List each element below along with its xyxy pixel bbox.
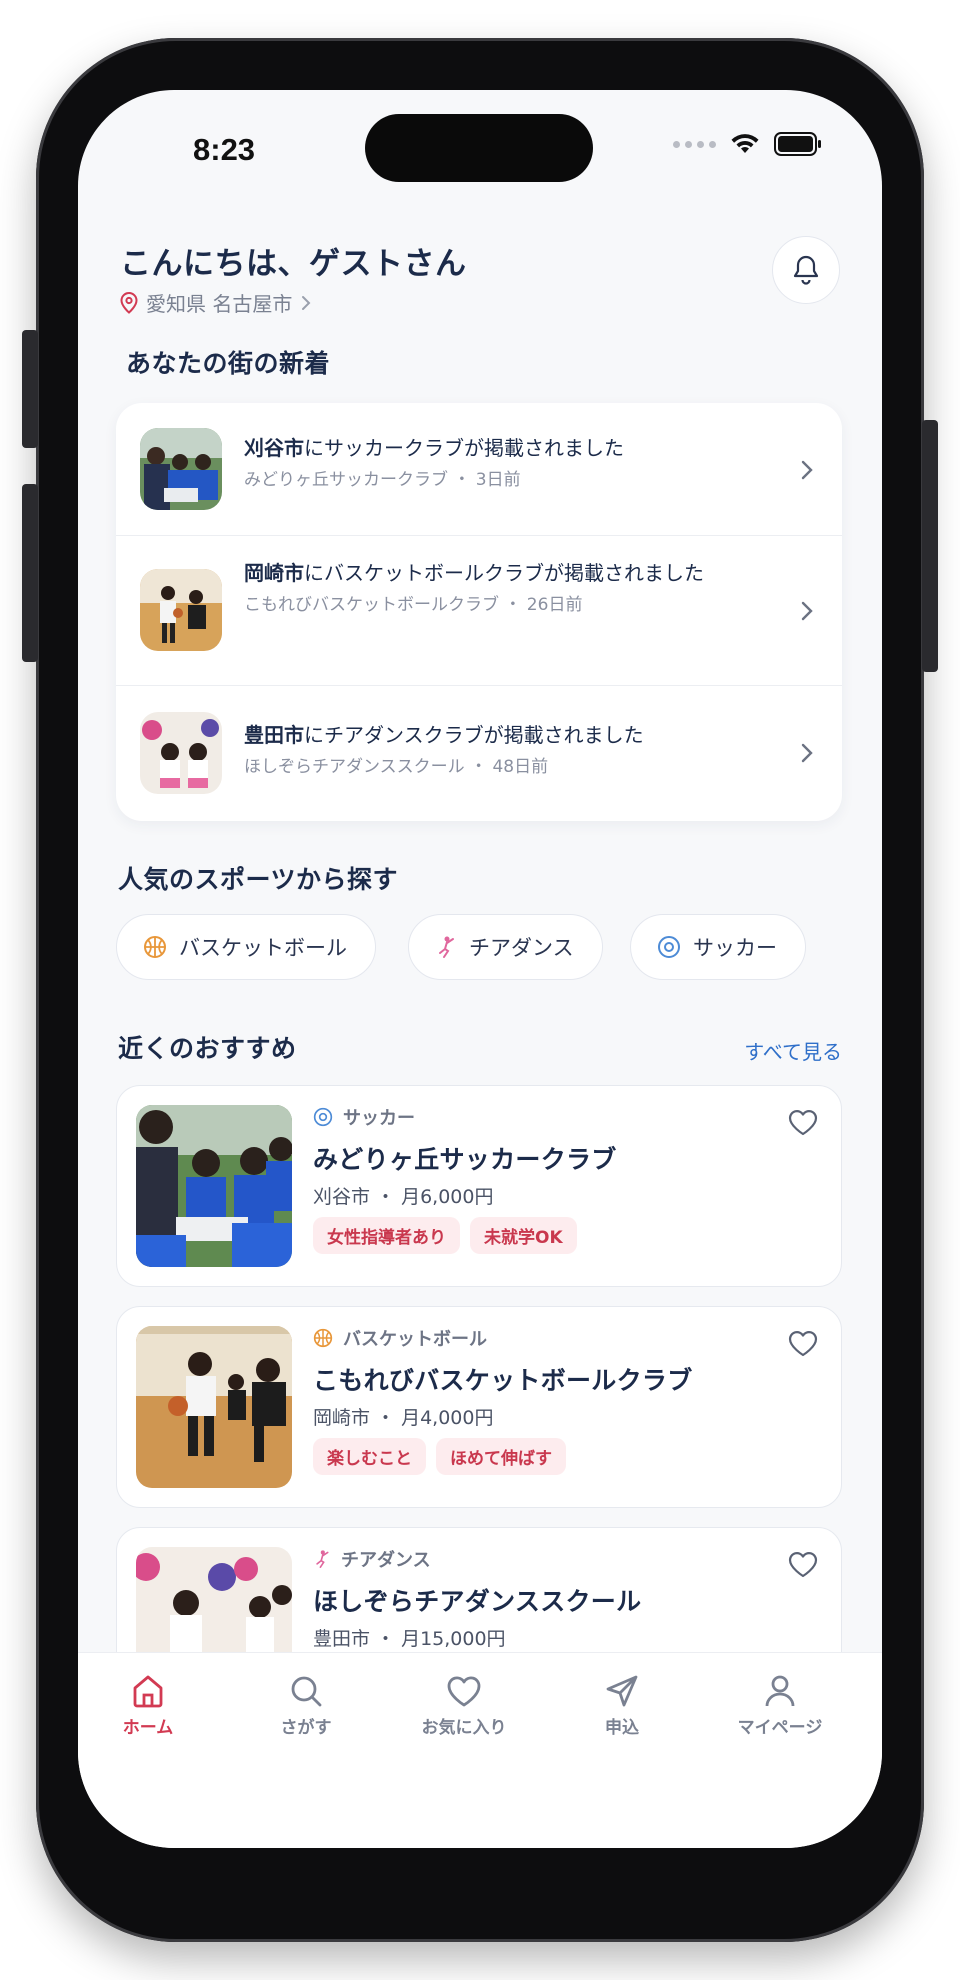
wifi-icon [731, 134, 759, 153]
club-name: ほしぞらチアダンススクール [313, 1587, 642, 1616]
cheer-icon [316, 1550, 329, 1568]
club-card[interactable]: サッカー みどりヶ丘サッカークラブ 刈谷市 ・ 月6,000円 女性指導者あり … [116, 1085, 842, 1287]
club-meta: 豊田市 ・ 月15,000円 [313, 1628, 506, 1650]
tab-bar: ホーム さがす お気に入り 申込 マイページ [78, 1652, 882, 1848]
club-photo [136, 1105, 292, 1267]
basketball-icon [313, 1328, 333, 1348]
tab-mypage[interactable]: マイページ [710, 1673, 850, 1738]
club-info: サッカー みどりヶ丘サッカークラブ 刈谷市 ・ 月6,000円 女性指導者あり … [313, 1104, 783, 1254]
club-tags: 女性指導者あり 未就学OK [313, 1217, 783, 1254]
news-section-title: あなたの街の新着 [126, 349, 331, 378]
user-icon [765, 1675, 795, 1707]
notification-button[interactable] [772, 236, 840, 304]
favorite-heart-icon[interactable] [787, 1550, 819, 1578]
basketball-icon [144, 936, 166, 958]
club-sport: バスケットボール [313, 1325, 783, 1351]
status-time: 8:23 [193, 132, 256, 167]
favorite-heart-icon[interactable] [787, 1108, 819, 1136]
app-screen: 8:23 こんにちは、ゲストさん 愛知県 名古屋市 あなたの街の新着 刈谷市にサ… [78, 90, 882, 1848]
news-thumbnail [140, 569, 222, 651]
club-card[interactable]: バスケットボール こもれびバスケットボールクラブ 岡崎市 ・ 月4,000円 楽… [116, 1306, 842, 1508]
news-thumbnail [140, 428, 222, 510]
club-meta: 岡崎市 ・ 月4,000円 [313, 1407, 494, 1429]
status-icons [673, 132, 822, 156]
see-all-link[interactable]: すべて見る [744, 1036, 842, 1065]
tab-favorites[interactable]: お気に入り [394, 1673, 534, 1738]
news-subtitle: ほしぞらチアダンススクール ・ 48日前 [244, 757, 549, 777]
battery-icon [774, 132, 821, 156]
news-title: 刈谷市にサッカークラブが掲載されました [244, 436, 624, 460]
news-item[interactable]: 岡崎市にバスケットボールクラブが掲載されました こもれびバスケットボールクラブ … [116, 536, 842, 686]
club-sport: チアダンス [313, 1546, 783, 1572]
tab-label: お気に入り [421, 1718, 507, 1738]
cheer-icon [439, 936, 454, 958]
chevron-right-icon [801, 743, 813, 763]
club-sport: サッカー [313, 1104, 783, 1130]
location-label: 愛知県 名古屋市 [146, 292, 293, 316]
soccer-icon [658, 936, 680, 958]
tab-label: ホーム [122, 1718, 174, 1738]
home-icon [133, 1675, 163, 1708]
news-title: 岡崎市にバスケットボールクラブが掲載されました [244, 561, 704, 585]
club-sport-label: サッカー [343, 1108, 415, 1129]
tab-search[interactable]: さがす [236, 1673, 376, 1738]
sport-chip-cheer[interactable]: チアダンス [408, 914, 603, 980]
tab-home[interactable]: ホーム [78, 1673, 218, 1738]
club-info: バスケットボール こもれびバスケットボールクラブ 岡崎市 ・ 月4,000円 楽… [313, 1325, 783, 1475]
chevron-right-icon [302, 295, 311, 310]
club-tag: 未就学OK [470, 1217, 577, 1254]
club-photo [136, 1326, 292, 1488]
club-tag: 楽しむこと [313, 1438, 426, 1475]
chevron-right-icon [801, 460, 813, 480]
dynamic-island [365, 114, 593, 182]
device-mockup: 8:23 こんにちは、ゲストさん 愛知県 名古屋市 あなたの街の新着 刈谷市にサ… [0, 0, 960, 1980]
tab-applications[interactable]: 申込 [552, 1673, 692, 1738]
news-card: 刈谷市にサッカークラブが掲載されました みどりヶ丘サッカークラブ ・ 3日前 岡… [116, 403, 842, 821]
club-tags: 楽しむこと ほめて伸ばす [313, 1438, 783, 1475]
club-meta: 刈谷市 ・ 月6,000円 [313, 1186, 494, 1208]
news-item[interactable]: 刈谷市にサッカークラブが掲載されました みどりヶ丘サッカークラブ ・ 3日前 [116, 403, 842, 536]
club-sport-label: バスケットボール [343, 1329, 487, 1350]
club-sport-label: チアダンス [341, 1550, 431, 1571]
club-tag: 女性指導者あり [313, 1217, 460, 1254]
news-subtitle: みどりヶ丘サッカークラブ ・ 3日前 [244, 470, 521, 490]
tab-label: 申込 [605, 1718, 639, 1738]
location-pin-icon [120, 291, 138, 314]
soccer-icon [313, 1107, 333, 1127]
sport-chip-basketball[interactable]: バスケットボール [116, 914, 376, 980]
news-subtitle: こもれびバスケットボールクラブ ・ 26日前 [244, 595, 583, 615]
chip-label: サッカー [693, 936, 777, 960]
sports-section-title: 人気のスポーツから探す [118, 865, 399, 894]
recommend-section-title: 近くのおすすめ [118, 1034, 297, 1063]
club-tag: ほめて伸ばす [436, 1438, 566, 1475]
favorite-heart-icon[interactable] [787, 1329, 819, 1357]
bell-icon [793, 255, 819, 285]
location-selector[interactable]: 愛知県 名古屋市 [120, 288, 312, 317]
club-name: みどりヶ丘サッカークラブ [313, 1145, 617, 1174]
heart-icon [447, 1676, 481, 1707]
power-button [922, 420, 938, 672]
news-title: 豊田市にチアダンスクラブが掲載されました [244, 723, 644, 747]
volume-up-button [22, 330, 38, 448]
chip-label: バスケットボール [179, 936, 347, 960]
volume-down-button [22, 484, 38, 662]
tab-label: マイページ [737, 1718, 823, 1738]
chip-label: チアダンス [469, 936, 574, 960]
sport-chip-soccer[interactable]: サッカー [630, 914, 806, 980]
greeting-title: こんにちは、ゲストさん [120, 246, 467, 282]
search-icon [291, 1676, 322, 1707]
club-info: チアダンス ほしぞらチアダンススクール 豊田市 ・ 月15,000円 [313, 1546, 783, 1651]
cellular-icon [673, 140, 716, 148]
club-name: こもれびバスケットボールクラブ [313, 1366, 693, 1395]
news-thumbnail [140, 712, 222, 794]
send-icon [606, 1675, 638, 1707]
chevron-right-icon [801, 601, 813, 621]
news-item[interactable]: 豊田市にチアダンスクラブが掲載されました ほしぞらチアダンススクール ・ 48日… [116, 686, 842, 821]
tab-label: さがす [280, 1718, 332, 1738]
